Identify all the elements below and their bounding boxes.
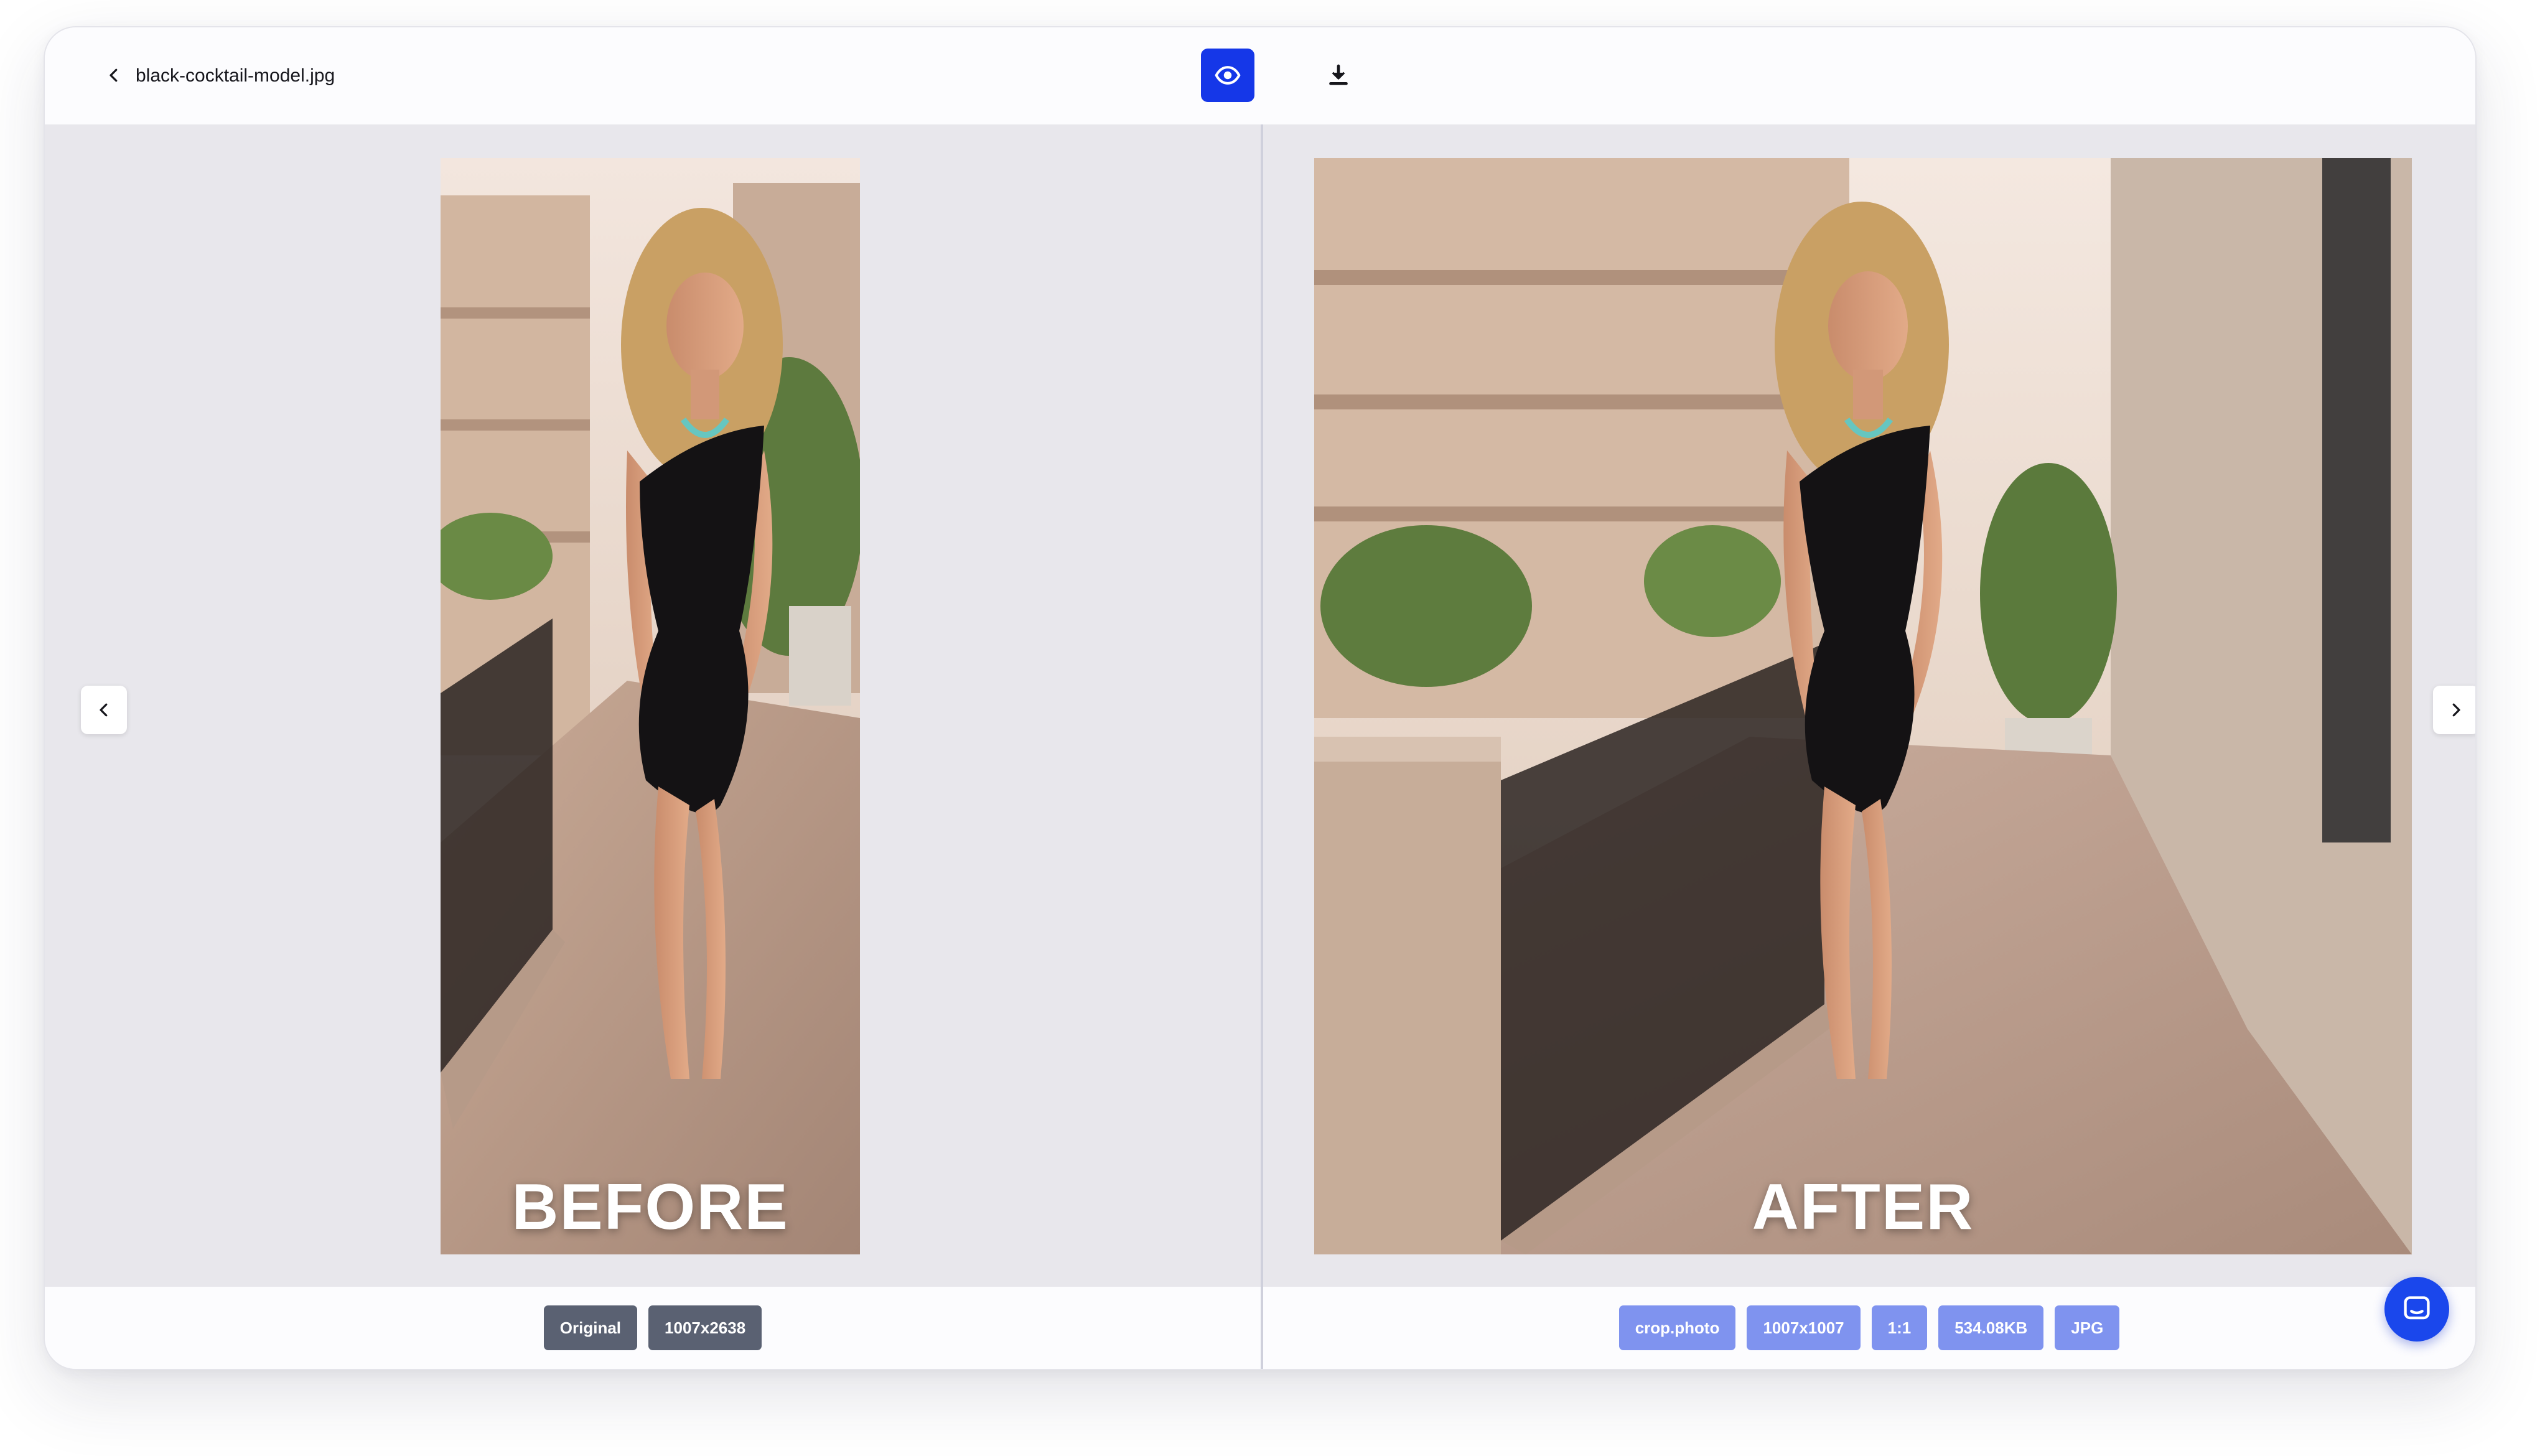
output-dimensions-tag: 1007x1007 (1747, 1305, 1861, 1350)
file-name: black-cocktail-model.jpg (136, 65, 335, 86)
aspect-ratio-tag: 1:1 (1871, 1305, 1928, 1350)
after-photo-art (1314, 158, 2412, 1254)
before-label: BEFORE (511, 1171, 789, 1243)
after-label: AFTER (1752, 1171, 1974, 1243)
tool-tag: crop.photo (1618, 1305, 1736, 1350)
comparison-window: black-cocktail-model.jpg BEFORE Original… (44, 26, 2477, 1370)
after-image: AFTER (1314, 158, 2412, 1254)
download-icon (1329, 64, 1348, 85)
chevron-left-icon (100, 703, 108, 717)
chat-launcher-button[interactable] (2384, 1277, 2449, 1342)
after-stage: AFTER (1263, 124, 2475, 1287)
before-info-bar: Original 1007x2638 (45, 1287, 1261, 1369)
before-stage: BEFORE (45, 124, 1261, 1287)
chevron-left-icon (110, 68, 118, 82)
file-size-tag: 534.08KB (1938, 1305, 2044, 1350)
back-button[interactable] (93, 55, 134, 96)
top-bar: black-cocktail-model.jpg (45, 27, 2475, 126)
chat-bubble-icon (2404, 1296, 2430, 1320)
download-button[interactable] (1312, 49, 1365, 102)
next-image-button[interactable] (2433, 686, 2475, 734)
source-tag: Original (543, 1305, 638, 1350)
after-panel: AFTER crop.photo 1007x1007 1:1 534.08KB … (1263, 124, 2475, 1369)
preview-toggle-button[interactable] (1201, 49, 1254, 102)
eye-icon (1215, 66, 1241, 85)
file-format-tag: JPG (2055, 1305, 2120, 1350)
before-photo-art (441, 158, 860, 1254)
previous-image-button[interactable] (81, 686, 127, 734)
chevron-right-icon (2452, 703, 2460, 717)
original-dimensions-tag: 1007x2638 (648, 1305, 762, 1350)
before-image: BEFORE (441, 158, 860, 1254)
before-panel: BEFORE Original 1007x2638 (45, 124, 1263, 1369)
after-info-bar: crop.photo 1007x1007 1:1 534.08KB JPG (1263, 1287, 2475, 1369)
